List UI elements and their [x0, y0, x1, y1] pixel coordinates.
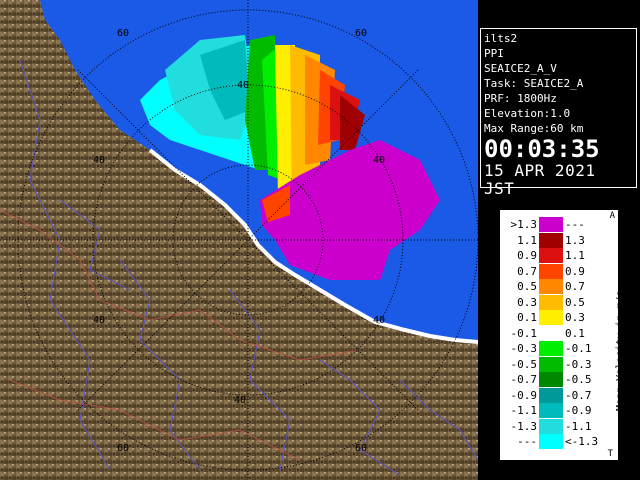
legend-row: --- <-1.3 [501, 434, 605, 449]
scan-name: SEAICE2_A_V [484, 62, 557, 75]
elevation-value: Elevation:1.0 [484, 107, 571, 120]
legend-row: 1.1 1.3 [501, 232, 605, 248]
legend-row: 0.5 0.7 [501, 279, 605, 294]
legend-low-value: -0.5 [510, 357, 538, 371]
prf-value: PRF: 1800Hz [484, 92, 557, 105]
legend-low-value: 1.1 [517, 233, 537, 247]
legend-low-value: -1.3 [510, 419, 538, 433]
legend-low-value: -0.1 [510, 326, 538, 340]
legend-row: -0.1 0.1 [501, 325, 605, 341]
legend-swatch [539, 217, 563, 232]
ring-label-bot-60b: 60 [355, 443, 367, 454]
legend-high-value: -0.3 [565, 357, 592, 371]
legend-swatch [539, 387, 563, 403]
legend-high-value: -1.1 [565, 419, 592, 433]
legend-high-value: 0.3 [565, 311, 585, 324]
ring-label-right-40: 40 [373, 315, 385, 326]
velocity-color-legend: >1.3 --- 1.1 1.3 0.9 1.1 0.7 0.9 0.5 0.7 0.3 0.5 0.1… [500, 210, 626, 460]
legend-title: Mean Velocity in m/s [615, 290, 626, 411]
ring-label-top-60b: 60 [355, 28, 367, 39]
task-name: Task: SEAICE2_A [484, 77, 584, 90]
legend-low-value: -0.9 [510, 388, 538, 402]
ring-label-top-60: 60 [117, 28, 129, 39]
ring-label-40c: 40 [373, 155, 385, 166]
legend-swatch [539, 279, 563, 294]
legend-swatch [539, 341, 563, 356]
legend-row: -0.7 -0.5 [501, 372, 605, 387]
legend-swatch [539, 325, 563, 341]
legend-swatch [539, 263, 563, 279]
radar-name: ilts2 [484, 32, 518, 45]
ring-label-bot-60a: 60 [117, 443, 129, 454]
legend-swatch [539, 232, 563, 248]
legend-high-value: <-1.3 [565, 435, 599, 448]
legend-swatch [539, 372, 563, 387]
legend-low-value: 0.7 [517, 264, 537, 278]
legend-low-value: 0.1 [517, 311, 537, 324]
legend-swatch [539, 248, 563, 263]
legend-low-value: 0.9 [517, 249, 537, 262]
radar-ppi-display[interactable]: 60 60 40 40 40 40 40 60 60 40 [0, 0, 478, 480]
legend-row: >1.3 --- [501, 217, 605, 232]
legend-high-value: 0.9 [565, 264, 585, 278]
legend-high-value: -0.7 [565, 388, 592, 402]
legend-high-value: -0.5 [565, 373, 592, 386]
scan-info-panel: ilts2 PPI SEAICE2_A_V Task: SEAICE2_A PR… [480, 28, 637, 198]
radar-map: 60 60 40 40 40 40 40 60 60 40 [0, 0, 478, 480]
legend-high-value: 0.1 [565, 326, 585, 340]
legend-row: 0.9 1.1 [501, 248, 605, 263]
max-range-value: Max Range:60 km [484, 122, 584, 135]
legend-row: 0.3 0.5 [501, 294, 605, 310]
scan-date: 15 APR 2021 JST [484, 161, 596, 198]
scan-time: 00:03:35 [484, 135, 600, 163]
legend-swatch [539, 356, 563, 372]
legend-row: -1.1 -0.9 [501, 403, 605, 418]
legend-low-value: -0.3 [510, 342, 538, 355]
legend-low-value: -0.7 [510, 373, 538, 386]
legend-high-value: 1.1 [565, 249, 585, 262]
legend-high-value: 1.3 [565, 233, 585, 247]
legend-row: 0.7 0.9 [501, 263, 605, 279]
ring-label-40a: 40 [237, 80, 249, 91]
legend-swatch [539, 418, 563, 434]
legend-high-value: --- [565, 218, 585, 231]
legend-low-value: 0.5 [517, 280, 537, 293]
legend-row: 0.1 0.3 [501, 310, 605, 325]
legend-row: -0.3 -0.1 [501, 341, 605, 356]
legend-swatch [539, 310, 563, 325]
legend-high-value: 0.7 [565, 280, 585, 293]
legend-low-value: 0.3 [517, 295, 537, 309]
scan-mode: PPI [484, 47, 504, 60]
legend-low-value: >1.3 [510, 218, 538, 231]
legend-swatch [539, 403, 563, 418]
legend-corner-top: A [609, 211, 615, 221]
legend-row: -0.9 -0.7 [501, 387, 605, 403]
ring-label-40b: 40 [93, 155, 105, 166]
legend-high-value: -0.9 [565, 404, 592, 417]
legend-swatch [539, 294, 563, 310]
ring-label-40d: 40 [93, 315, 105, 326]
legend-swatch [539, 434, 563, 449]
legend-row: -0.5 -0.3 [501, 356, 605, 372]
legend-low-value: -1.1 [510, 404, 538, 417]
ring-label-40e: 40 [234, 395, 246, 406]
legend-row: -1.3 -1.1 [501, 418, 605, 434]
legend-low-value: --- [517, 435, 537, 448]
legend-high-value: 0.5 [565, 295, 585, 309]
legend-high-value: -0.1 [565, 342, 592, 355]
